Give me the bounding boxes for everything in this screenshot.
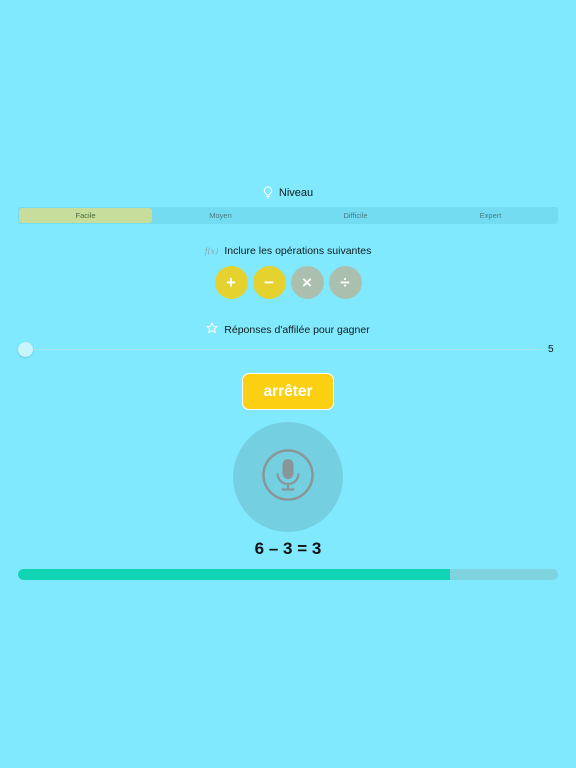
star-icon xyxy=(206,322,218,337)
level-header: Niveau xyxy=(0,186,576,199)
multiplication-toggle[interactable]: × xyxy=(290,266,324,299)
progress-bar xyxy=(18,569,558,580)
lightbulb-icon xyxy=(263,186,273,199)
streak-title: Réponses d'affilée pour gagner xyxy=(224,323,370,336)
division-toggle[interactable]: ÷ xyxy=(328,266,362,299)
level-option-difficile[interactable]: Difficile xyxy=(289,208,422,223)
stop-button[interactable]: arrêter xyxy=(242,373,334,410)
streak-header: Réponses d'affilée pour gagner xyxy=(0,322,576,337)
level-option-moyen[interactable]: Moyen xyxy=(154,208,287,223)
streak-slider-thumb[interactable] xyxy=(18,342,33,357)
function-icon: f(x) xyxy=(204,246,219,256)
level-segmented-control[interactable]: Facile Moyen Difficile Expert xyxy=(18,207,558,224)
addition-toggle[interactable]: + xyxy=(214,266,248,299)
subtraction-toggle[interactable]: − xyxy=(252,266,286,299)
level-option-expert[interactable]: Expert xyxy=(424,208,557,223)
microphone-icon xyxy=(261,448,315,507)
streak-slider-track[interactable] xyxy=(26,349,542,350)
microphone-button[interactable] xyxy=(233,422,343,532)
streak-value: 5 xyxy=(548,344,554,355)
progress-fill xyxy=(18,569,450,580)
level-title: Niveau xyxy=(278,186,314,199)
operations-title: Inclure les opérations suivantes xyxy=(224,245,372,257)
operations-toggles: + − × ÷ xyxy=(0,266,576,299)
level-option-facile[interactable]: Facile xyxy=(19,208,152,223)
operations-header: f(x) Inclure les opérations suivantes xyxy=(0,245,576,257)
equation-text: 6 – 3 = 3 xyxy=(254,539,322,558)
